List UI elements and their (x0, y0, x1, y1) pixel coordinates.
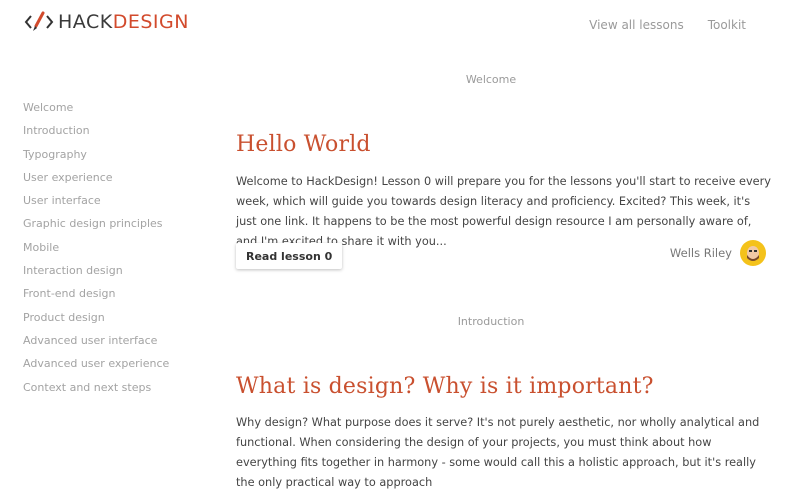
lesson-excerpt: Why design? What purpose does it serve? … (236, 416, 760, 489)
sidebar-item-user-interface[interactable]: User interface (23, 193, 223, 216)
section-label-introduction: Introduction (457, 315, 525, 328)
section-label-welcome: Welcome (465, 73, 517, 86)
code-brush-icon (24, 11, 54, 31)
top-nav: View all lessons Toolkit (589, 18, 746, 32)
site-header: HACKDESIGN View all lessons Toolkit (0, 0, 800, 52)
view-all-lessons-link[interactable]: View all lessons (589, 18, 684, 32)
sidebar-item-welcome[interactable]: Welcome (23, 100, 223, 123)
read-lesson-button[interactable]: Read lesson 0 (236, 243, 343, 269)
sidebar-item-context-and-next-steps[interactable]: Context and next steps (23, 380, 223, 403)
sidebar-item-user-experience[interactable]: User experience (23, 170, 223, 193)
toolkit-link[interactable]: Toolkit (708, 18, 746, 32)
author-name: Wells Riley (669, 246, 732, 260)
sidebar-item-product-design[interactable]: Product design (23, 310, 223, 333)
sidebar-item-mobile[interactable]: Mobile (23, 240, 223, 263)
lesson-title[interactable]: Hello World (236, 132, 371, 157)
logo-text: HACKDESIGN (58, 11, 189, 33)
sidebar-item-introduction[interactable]: Introduction (23, 123, 223, 146)
sidebar-item-interaction-design[interactable]: Interaction design (23, 263, 223, 286)
sidebar-item-advanced-user-experience[interactable]: Advanced user experience (23, 356, 223, 379)
sidebar-item-front-end-design[interactable]: Front-end design (23, 286, 223, 309)
lesson-title[interactable]: What is design? Why is it important? (236, 374, 654, 399)
author-avatar-icon (741, 241, 765, 265)
logo[interactable]: HACKDESIGN (24, 10, 189, 34)
sidebar-item-graphic-design-principles[interactable]: Graphic design principles (23, 216, 223, 239)
lesson-sidebar: Welcome Introduction Typography User exp… (23, 100, 223, 403)
sidebar-item-typography[interactable]: Typography (23, 147, 223, 170)
sidebar-item-advanced-user-interface[interactable]: Advanced user interface (23, 333, 223, 356)
avatar (740, 240, 766, 266)
author-byline[interactable]: Wells Riley (670, 240, 766, 266)
